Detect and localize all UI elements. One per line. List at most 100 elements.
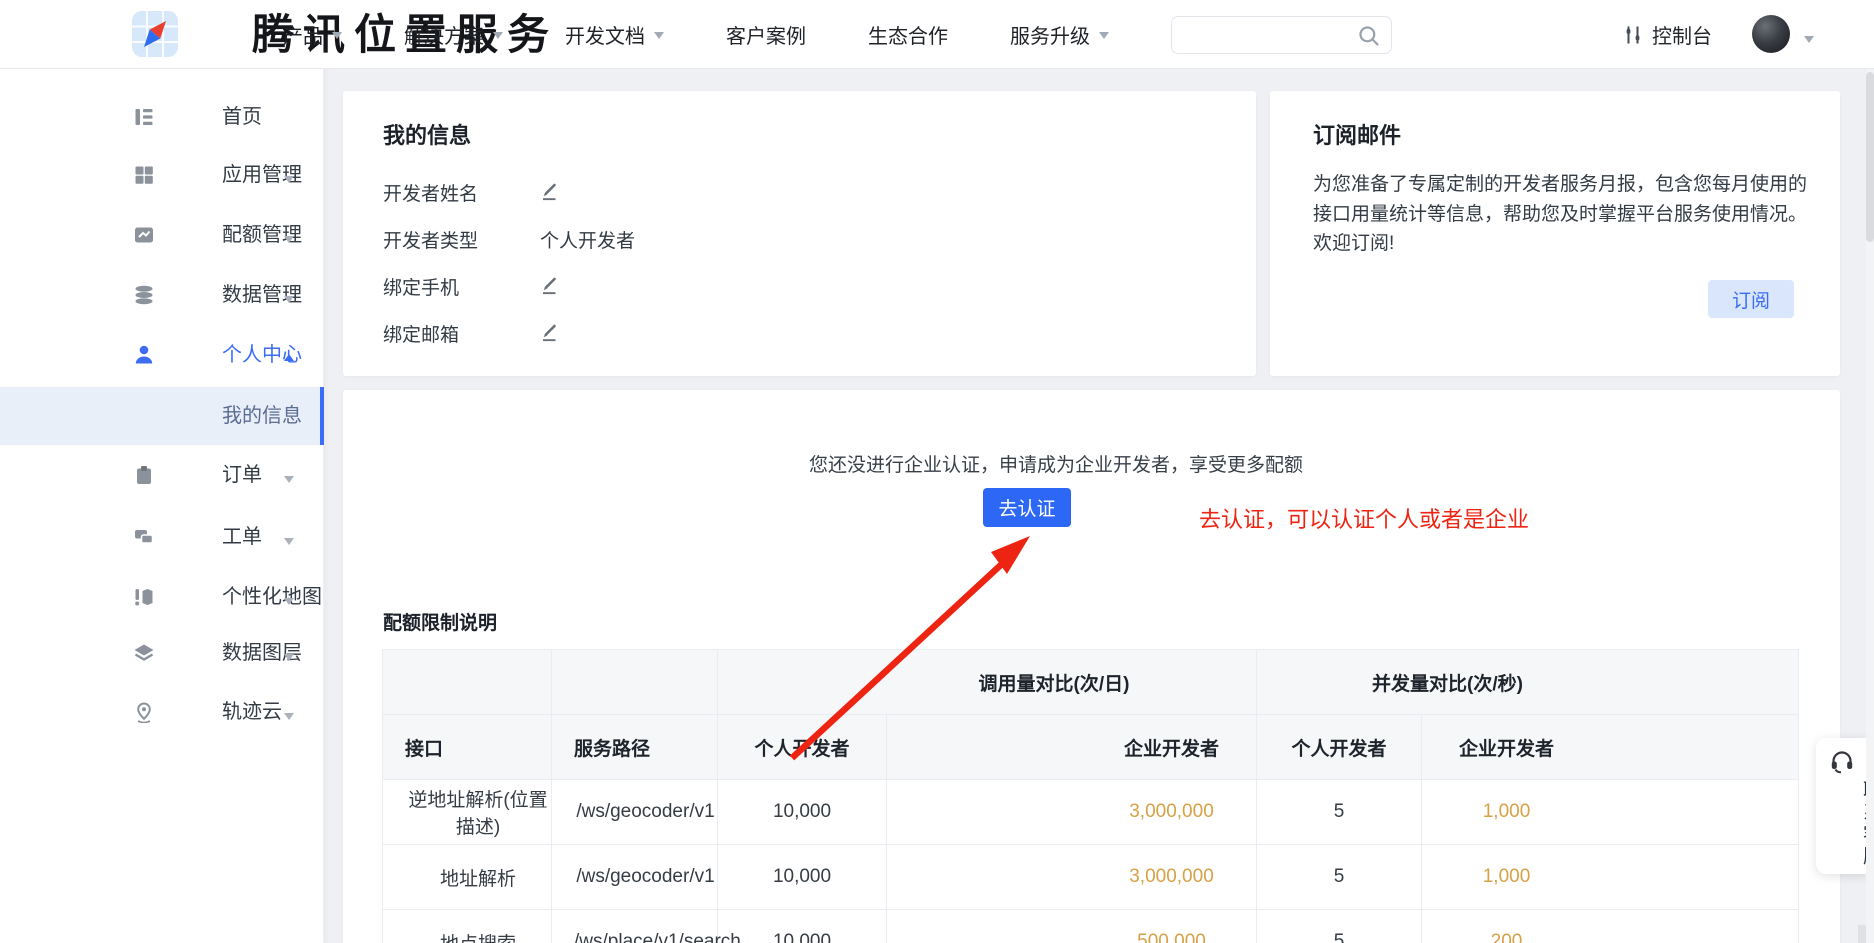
contact-support-tab[interactable]: 联系客服 (1816, 738, 1868, 874)
sidebar: 首页 应用管理 配额管理 数据管理 个人中心 我的信息 订单 工单 个性化地图 (0, 69, 324, 943)
nav-item-docs[interactable]: 开发文档 (565, 20, 664, 49)
field-label: 绑定邮箱 (383, 320, 499, 347)
cell-personal-concurrency: 5 (1257, 780, 1422, 845)
cell-personal-concurrency: 5 (1257, 845, 1422, 910)
field-value: 个人开发者 (540, 226, 635, 253)
cell-enterprise-concurrency: 1,000 (1422, 780, 1799, 845)
chevron-down-icon (284, 176, 294, 188)
go-certify-button[interactable]: 去认证 (983, 488, 1071, 527)
console-label: 控制台 (1652, 20, 1712, 49)
sidebar-item-orders[interactable]: 订单 (0, 453, 324, 497)
cell-interface: 逆地址解析(位置描述) (383, 780, 552, 845)
nav-item-products[interactable]: 产品 (283, 20, 342, 49)
edit-pencil-icon[interactable] (540, 276, 560, 296)
nav-item-solutions[interactable]: 解决方案 (404, 20, 503, 49)
col-header-personal-calls: 个人开发者 (718, 715, 887, 780)
sidebar-subitem-label: 我的信息 (222, 387, 302, 445)
chevron-down-icon (284, 296, 294, 308)
chart-icon (133, 224, 155, 246)
chevron-down-icon (493, 32, 503, 44)
nav-item-ecosystem[interactable]: 生态合作 (868, 20, 948, 49)
chevron-down-icon (654, 32, 664, 44)
sidebar-item-data-management[interactable]: 数据管理 (0, 273, 324, 317)
subscribe-card: 订阅邮件 为您准备了专属定制的开发者服务月报，包含您每月使用的 接口用量统计等信… (1270, 91, 1840, 376)
brand-compass-icon (132, 11, 178, 57)
nav-item-upgrade[interactable]: 服务升级 (1010, 20, 1109, 49)
layers-icon (133, 642, 155, 664)
profile-card: 我的信息 开发者姓名 开发者类型 个人开发者 绑定手机 绑定邮箱 (343, 91, 1256, 376)
grid-icon (133, 164, 155, 186)
sidebar-item-tickets[interactable]: 工单 (0, 515, 324, 559)
chevron-down-icon (332, 32, 342, 44)
col-header-enterprise-concurrency: 企业开发者 (1422, 715, 1799, 780)
cell-enterprise-calls: 3,000,000 (887, 780, 1257, 845)
cell-enterprise-calls: 500,000 (887, 910, 1257, 943)
avatar-chevron-down-icon[interactable] (1804, 36, 1814, 48)
chat-bubbles-icon (133, 526, 155, 548)
table-row: 地址解析 /ws/geocoder/v1 10,000 3,000,000 5 … (383, 845, 1799, 910)
location-pin-icon (133, 701, 155, 723)
cell-personal-calls: 10,000 (718, 780, 887, 845)
subscribe-card-title: 订阅邮件 (1313, 118, 1401, 150)
profile-card-title: 我的信息 (383, 118, 471, 150)
sidebar-item-quota-management[interactable]: 配额管理 (0, 213, 324, 257)
search-box (1171, 16, 1392, 54)
subscribe-card-body: 为您准备了专属定制的开发者服务月报，包含您每月使用的 接口用量统计等信息，帮助您… (1313, 170, 1813, 259)
nav-menu: 产品 解决方案 开发文档 客户案例 生态合作 服务升级 (283, 0, 1109, 69)
sidebar-item-label: 工单 (222, 515, 262, 559)
quota-heading: 配额限制说明 (383, 608, 497, 635)
empty-header-cell (383, 650, 552, 715)
subscribe-button[interactable]: 订阅 (1708, 280, 1794, 318)
main-content: 我的信息 开发者姓名 开发者类型 个人开发者 绑定手机 绑定邮箱 订阅邮件 为您… (324, 69, 1874, 943)
active-indicator-bar (320, 387, 324, 445)
cell-path: /ws/geocoder/v1 (552, 845, 718, 910)
quota-column-header-row: 接口 服务路径 个人开发者 企业开发者 个人开发者 企业开发者 (383, 715, 1799, 780)
profile-field-name: 开发者姓名 (383, 179, 560, 205)
group-header-calls: 调用量对比(次/日) (718, 650, 1257, 715)
sidebar-item-track-cloud[interactable]: 轨迹云 (0, 690, 324, 734)
cell-personal-calls: 10,000 (718, 910, 887, 943)
sidebar-item-label: 首页 (222, 95, 262, 139)
quota-group-header-row: 调用量对比(次/日) 并发量对比(次/秒) (383, 650, 1799, 715)
cell-enterprise-calls: 3,000,000 (887, 845, 1257, 910)
vertical-scrollbar[interactable] (1866, 69, 1874, 943)
certification-message: 您还没进行企业认证，申请成为企业开发者，享受更多配额 (706, 450, 1406, 477)
sidebar-subitem-my-info[interactable]: 我的信息 (0, 387, 324, 445)
profile-field-email: 绑定邮箱 (383, 320, 560, 346)
field-label: 开发者类型 (383, 226, 499, 253)
chevron-down-icon (284, 476, 294, 488)
chevron-down-icon (284, 538, 294, 550)
sidebar-item-data-layers[interactable]: 数据图层 (0, 631, 324, 675)
console-link[interactable]: 控制台 (1622, 0, 1712, 69)
edit-pencil-icon[interactable] (540, 323, 560, 343)
cell-path: /ws/geocoder/v1 (552, 780, 718, 845)
sidebar-item-label: 应用管理 (222, 153, 302, 197)
edit-pencil-icon[interactable] (540, 182, 560, 202)
chevron-down-icon (284, 654, 294, 666)
cell-path: /ws/place/v1/search (552, 910, 718, 943)
cell-interface: 地址解析 (383, 845, 552, 910)
col-header-path: 服务路径 (552, 715, 718, 780)
sidebar-item-custom-map[interactable]: 个性化地图 (0, 575, 324, 619)
certification-quota-card: 您还没进行企业认证，申请成为企业开发者，享受更多配额 去认证 去认证，可以认证个… (343, 390, 1840, 943)
sidebar-item-label: 数据管理 (222, 273, 302, 317)
sidebar-item-personal-center[interactable]: 个人中心 (0, 333, 324, 377)
table-row: 地点搜索 /ws/place/v1/search 10,000 500,000 … (383, 910, 1799, 943)
scrollbar-thumb[interactable] (1866, 72, 1874, 242)
group-header-concurrency: 并发量对比(次/秒) (1257, 650, 1799, 715)
empty-header-cell (552, 650, 718, 715)
top-navbar: 腾讯位置服务 产品 解决方案 开发文档 客户案例 生态合作 服务升级 控制台 (0, 0, 1874, 69)
sidebar-item-label: 配额管理 (222, 213, 302, 257)
sidebar-item-app-management[interactable]: 应用管理 (0, 153, 324, 197)
search-icon[interactable] (1357, 24, 1381, 48)
search-input[interactable] (1184, 19, 1349, 49)
field-label: 绑定手机 (383, 273, 499, 300)
custom-map-icon (133, 586, 155, 608)
sliders-icon (1622, 24, 1644, 46)
nav-item-cases[interactable]: 客户案例 (726, 20, 806, 49)
chevron-down-icon (284, 598, 294, 610)
headset-icon (1829, 748, 1855, 774)
col-header-personal-concurrency: 个人开发者 (1257, 715, 1422, 780)
avatar[interactable] (1752, 15, 1790, 53)
sidebar-item-home[interactable]: 首页 (0, 95, 324, 139)
